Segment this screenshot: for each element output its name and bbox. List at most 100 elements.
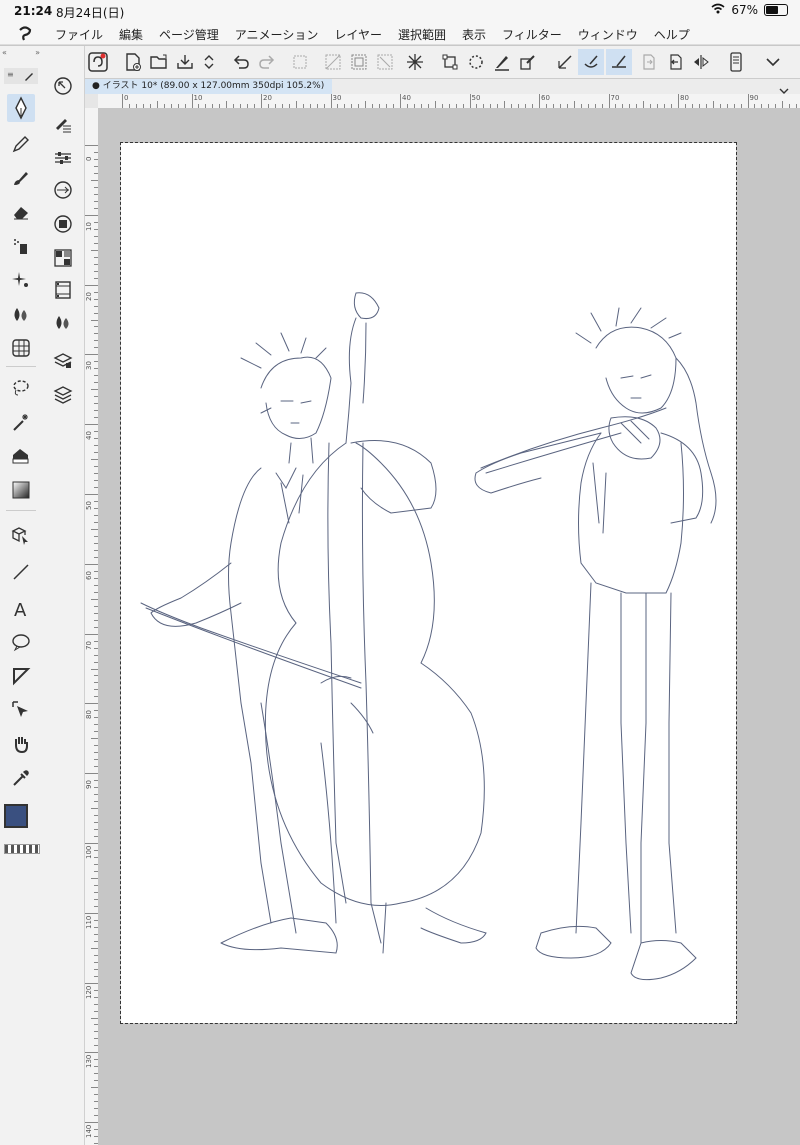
flip-horizontal-icon[interactable] <box>688 49 714 75</box>
canvas-area[interactable] <box>98 108 800 1145</box>
ruler-corner <box>84 94 98 108</box>
mesh-tool-icon[interactable] <box>7 334 35 362</box>
menu-filter[interactable]: フィルター <box>502 26 562 43</box>
menu-animation[interactable]: アニメーション <box>235 26 319 43</box>
main-color-swatch[interactable] <box>4 804 28 828</box>
ruler-vertical: 0 10 20 30 40 50 60 70 80 90 100 110 120 130 140 <box>84 108 99 1145</box>
svg-text:A: A <box>14 600 27 618</box>
menu-window[interactable]: ウィンドウ <box>578 26 638 43</box>
color-set-icon[interactable] <box>49 210 77 238</box>
layer-property-icon[interactable] <box>49 346 77 374</box>
airbrush-tool-icon[interactable] <box>7 232 35 260</box>
sparkle-icon[interactable] <box>402 49 428 75</box>
pencil-tool-icon[interactable] <box>7 130 35 158</box>
decoration-tool-icon[interactable] <box>7 266 35 294</box>
expand-collapse-icon[interactable] <box>196 49 222 75</box>
clear-selection-icon[interactable] <box>320 49 346 75</box>
object-tool-icon[interactable] <box>7 522 35 550</box>
operation-tool-icon[interactable] <box>7 696 35 724</box>
eraser-tool-icon[interactable] <box>7 198 35 226</box>
snap-grid-icon[interactable] <box>606 49 632 75</box>
eyedropper-tool-icon[interactable] <box>7 764 35 792</box>
ruler-tick <box>84 214 98 216</box>
loading-icon[interactable] <box>463 49 489 75</box>
lasso-tool-icon[interactable] <box>7 374 35 402</box>
panel-collapse-right-icon[interactable]: » <box>35 48 40 57</box>
smartphone-icon[interactable] <box>723 49 749 75</box>
subtool-droplets-icon[interactable] <box>49 308 77 336</box>
material-grid-icon[interactable] <box>49 244 77 272</box>
select-all-icon[interactable] <box>346 49 372 75</box>
menu-edit[interactable]: 編集 <box>119 26 143 43</box>
timeline-icon[interactable] <box>49 276 77 304</box>
balloon-tool-icon[interactable] <box>7 628 35 656</box>
color-slider-icon[interactable] <box>49 176 77 204</box>
tool-separator <box>6 510 36 511</box>
open-folder-icon[interactable] <box>146 49 172 75</box>
ruler-minor-tick <box>91 179 98 181</box>
line-tool-icon[interactable] <box>7 558 35 586</box>
fill-edit-icon[interactable] <box>515 49 541 75</box>
brush-tool-icon[interactable] <box>7 164 35 192</box>
ruler-snap-icon[interactable] <box>552 49 578 75</box>
menu-layer[interactable]: レイヤー <box>334 26 382 43</box>
ruler-minor-tick <box>156 101 158 108</box>
menu-selection[interactable]: 選択範囲 <box>398 26 446 43</box>
page-move-icon[interactable] <box>636 49 662 75</box>
tool-separator <box>6 366 36 367</box>
snap-ruler-icon[interactable] <box>578 49 604 75</box>
ruler-tick <box>191 94 193 108</box>
ruler-tick <box>84 424 98 426</box>
document-tab[interactable]: ● イラスト 10* (89.00 x 127.00mm 350dpi 105.… <box>84 79 333 94</box>
ruler-minor-tick <box>91 808 98 810</box>
transparent-color-swatch[interactable] <box>4 844 40 854</box>
menu-view[interactable]: 表示 <box>462 26 486 43</box>
status-date: 8月24日(日) <box>56 6 125 20</box>
undo-icon[interactable] <box>228 49 254 75</box>
status-right: 67% <box>711 3 788 17</box>
layers-icon[interactable] <box>49 380 77 408</box>
menu-page[interactable]: ページ管理 <box>159 26 219 43</box>
hamburger-icon[interactable]: ≡ <box>7 70 14 79</box>
fill-tool-icon[interactable] <box>7 442 35 470</box>
page-back-icon[interactable] <box>662 49 688 75</box>
ruler-label: 70 <box>610 94 620 102</box>
ruler-label: 40 <box>85 431 93 441</box>
gradient-tool-icon[interactable] <box>7 476 35 504</box>
menu-file[interactable]: ファイル <box>55 26 103 43</box>
frame-tool-icon[interactable] <box>7 662 35 690</box>
ruler-label: 140 <box>85 1124 93 1139</box>
ruler-tick <box>608 94 610 108</box>
text-tool-icon[interactable]: A <box>7 594 35 622</box>
save-icon[interactable] <box>172 49 198 75</box>
battery-level <box>766 6 779 14</box>
blend-tool-icon[interactable] <box>7 300 35 328</box>
ruler-label: 30 <box>332 94 342 102</box>
new-file-icon[interactable] <box>120 49 146 75</box>
redo-icon[interactable] <box>254 49 280 75</box>
canvas-paper[interactable] <box>120 142 737 1024</box>
tool-property-icon[interactable] <box>49 144 77 172</box>
ruler-minor-tick <box>91 738 98 740</box>
document-tab-bar: ● イラスト 10* (89.00 x 127.00mm 350dpi 105.… <box>80 79 800 94</box>
hand-tool-icon[interactable] <box>7 730 35 758</box>
transform-icon[interactable] <box>437 49 463 75</box>
menu-help[interactable]: ヘルプ <box>654 26 690 43</box>
sub-tool-detail-icon[interactable] <box>49 110 77 138</box>
app-logo-icon[interactable] <box>16 24 34 42</box>
navigator-icon[interactable] <box>49 72 77 100</box>
clip-studio-icon[interactable] <box>85 49 111 75</box>
panel-collapse-icon[interactable]: « <box>2 48 7 57</box>
magic-wand-icon[interactable] <box>7 408 35 436</box>
ruler-minor-tick <box>91 1087 98 1089</box>
pen-tool-icon[interactable] <box>7 94 35 122</box>
ruler-tick <box>84 494 98 495</box>
transfer-icon[interactable] <box>287 49 313 75</box>
pen-line-icon[interactable] <box>489 49 515 75</box>
deselect-icon[interactable] <box>372 49 398 75</box>
ruler-tick <box>84 145 98 146</box>
chevron-down-icon[interactable] <box>760 49 786 75</box>
ruler-label: 0 <box>124 94 129 102</box>
ruler-label: 90 <box>85 780 93 790</box>
ruler-label: 120 <box>85 985 93 999</box>
